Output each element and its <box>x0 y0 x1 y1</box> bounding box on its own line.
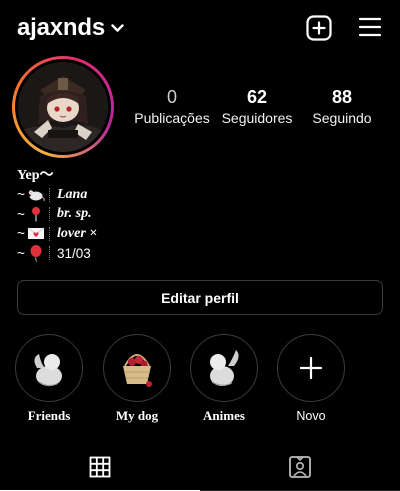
highlight-label[interactable]: Animes <box>189 408 259 424</box>
top-bar: ajaxnds <box>0 0 400 54</box>
tab-tagged[interactable] <box>200 444 400 491</box>
avatar <box>18 62 108 152</box>
tab-posts-grid[interactable] <box>0 444 200 491</box>
edit-profile-button[interactable]: Editar perfil <box>17 280 383 315</box>
stat-followers[interactable]: 62 Seguidores <box>216 87 298 127</box>
bio-text: br. sp. <box>57 206 92 222</box>
balloon-icon <box>27 244 45 262</box>
highlight-label[interactable]: My dog <box>102 408 172 424</box>
profile-avatar-story-ring[interactable] <box>12 56 114 158</box>
rat-icon <box>27 187 45 203</box>
plus-icon <box>299 356 323 380</box>
highlight-new[interactable]: Novo <box>276 334 346 424</box>
bio-text: lover × <box>57 225 98 241</box>
following-count[interactable]: 88 <box>306 87 378 107</box>
bio-name: Yep〜 <box>17 168 54 183</box>
profile-tabs <box>0 444 400 491</box>
followers-label[interactable]: Seguidores <box>216 109 298 127</box>
bio-text: Lana <box>57 186 88 202</box>
bio-line: ~ 31/03 <box>17 244 91 262</box>
bio-line: ~ br. sp. <box>17 206 92 222</box>
new-highlight-button[interactable] <box>277 334 345 402</box>
chevron-down-icon[interactable] <box>111 20 124 38</box>
grid-icon <box>89 456 111 478</box>
highlight-my-dog[interactable]: My dog <box>102 334 172 424</box>
highlight-animes[interactable]: Animes <box>189 334 259 424</box>
bio: Yep〜 ~ Lana ~ br. sp. ~ lover × ~ 31/03 <box>17 167 377 263</box>
stat-posts: 0 Publicações <box>130 87 214 127</box>
tagged-icon <box>289 456 311 478</box>
posts-count: 0 <box>166 87 177 107</box>
posts-label: Publicações <box>134 110 210 126</box>
stat-following[interactable]: 88 Seguindo <box>306 87 378 127</box>
following-label[interactable]: Seguindo <box>306 109 378 127</box>
love-letter-icon <box>27 226 45 242</box>
hamburger-menu-icon[interactable] <box>358 16 382 38</box>
bio-line: ~ lover × <box>17 225 98 242</box>
highlight-label[interactable]: Friends <box>14 408 84 424</box>
bio-line: ~ Lana <box>17 186 88 203</box>
followers-count[interactable]: 62 <box>216 87 298 107</box>
username[interactable]: ajaxnds <box>17 14 105 42</box>
account-switcher[interactable]: ajaxnds <box>17 14 124 42</box>
highlight-friends[interactable]: Friends <box>14 334 84 424</box>
new-post-icon[interactable] <box>306 15 332 41</box>
pushpin-icon <box>27 206 45 222</box>
highlight-label[interactable]: Novo <box>276 408 346 424</box>
highlight-cover[interactable] <box>103 334 171 402</box>
highlight-cover[interactable] <box>15 334 83 402</box>
highlight-cover[interactable] <box>190 334 258 402</box>
bio-text: 31/03 <box>57 245 91 261</box>
